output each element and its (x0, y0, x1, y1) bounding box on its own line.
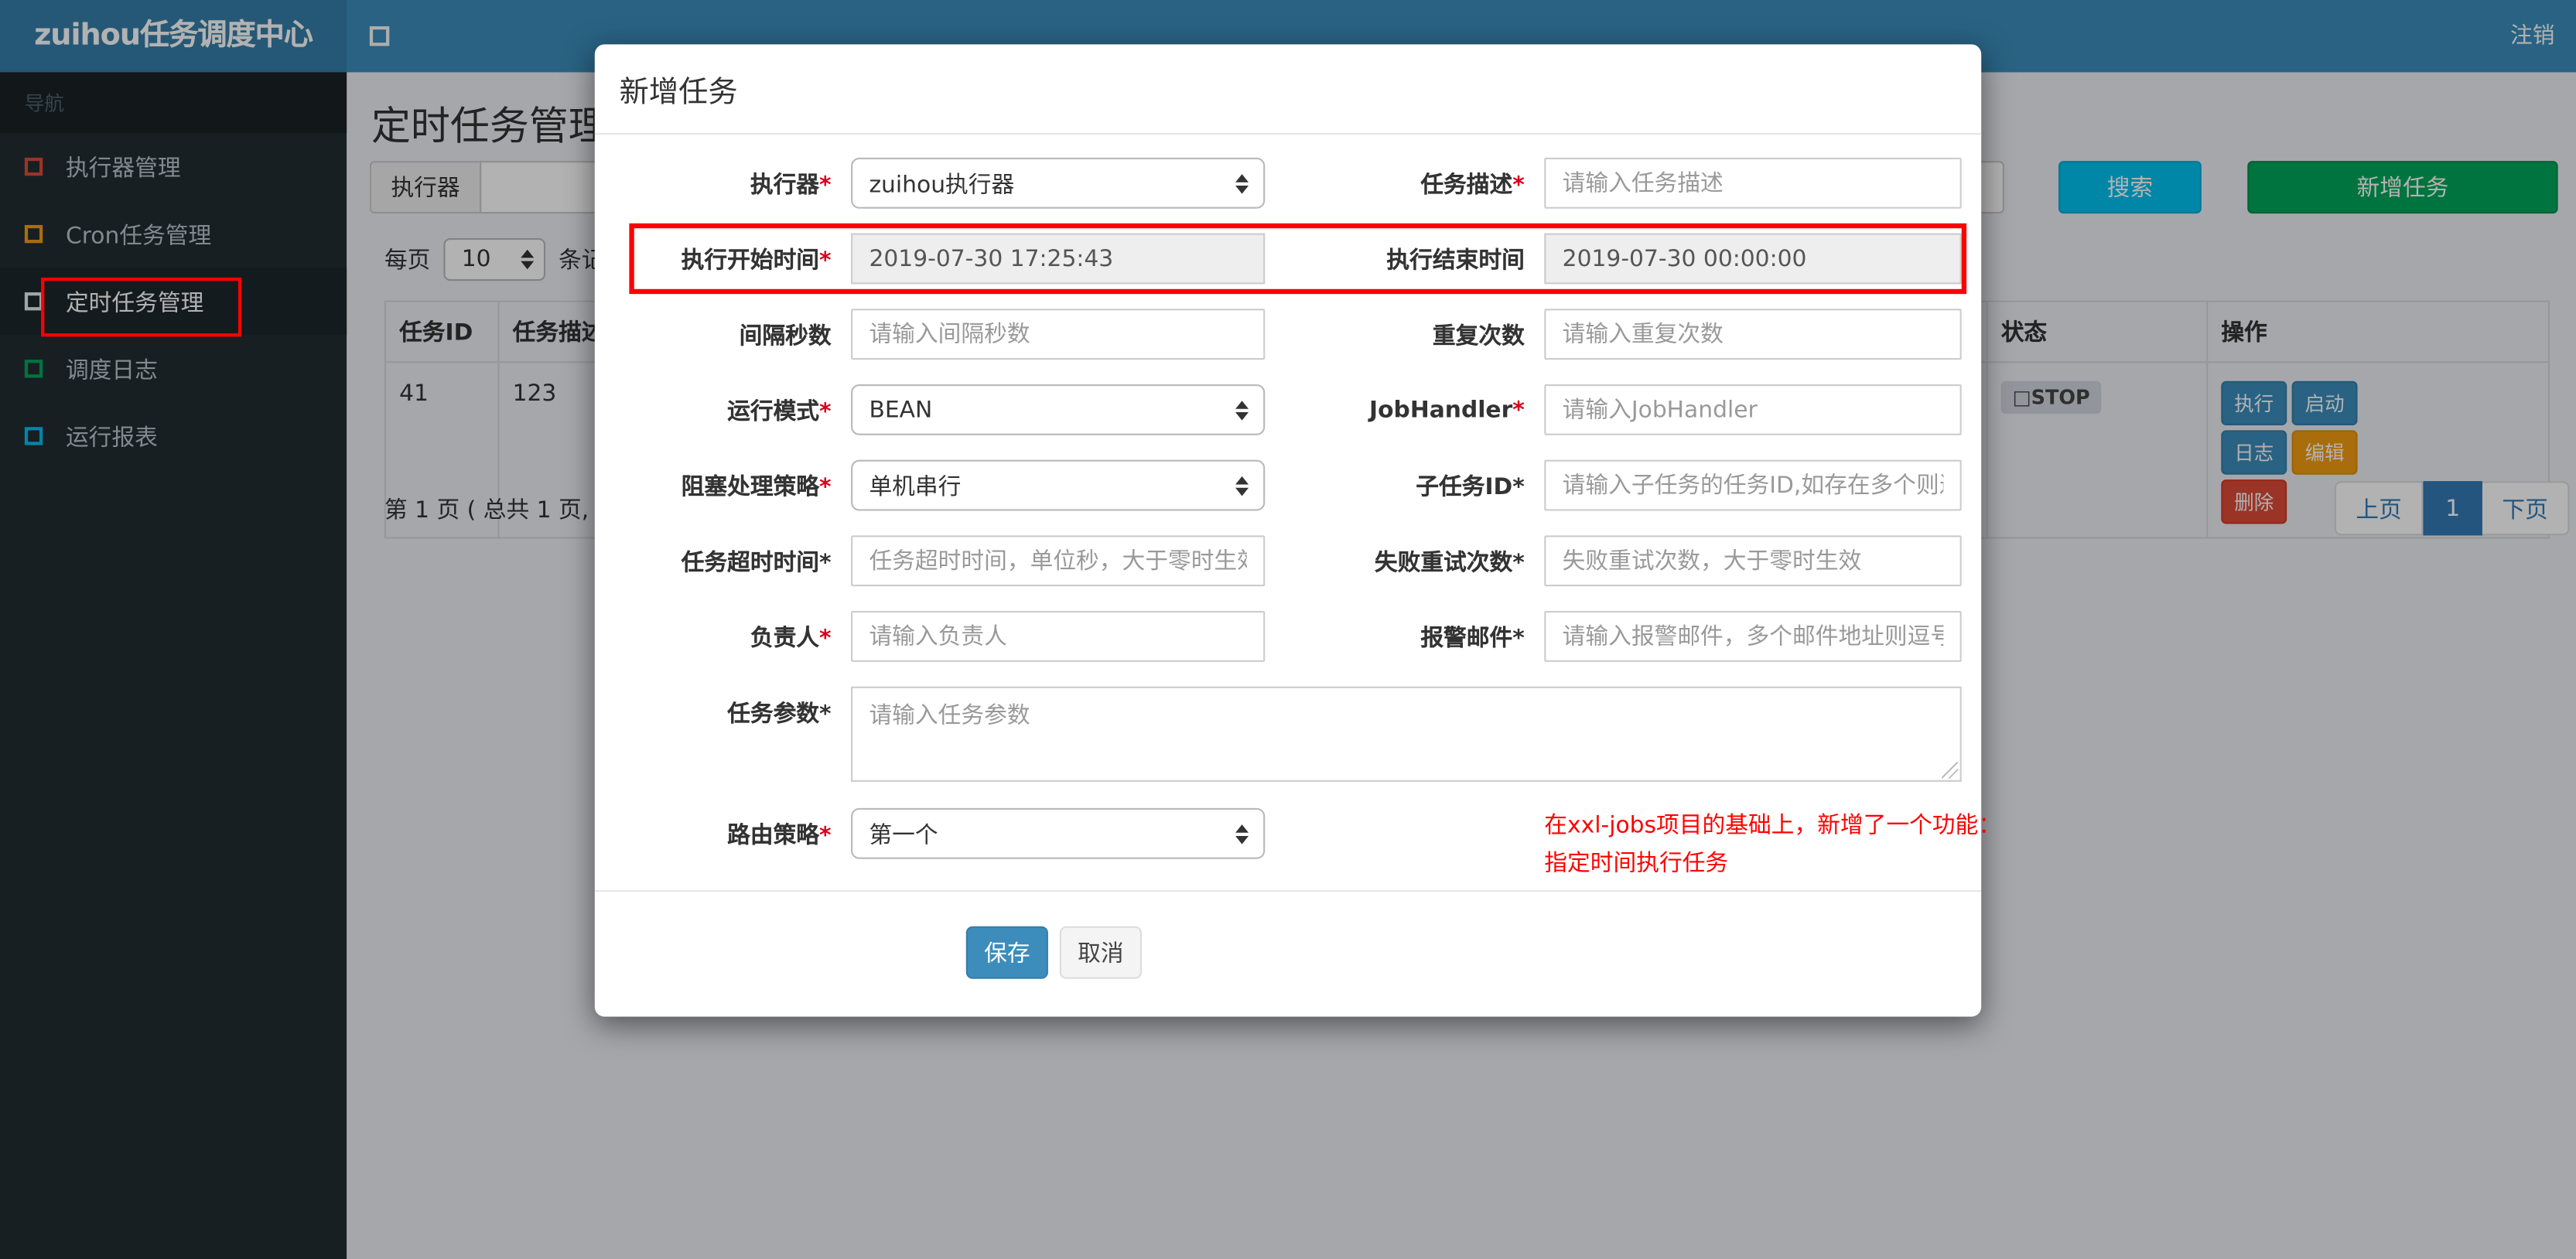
repeat-count-label: 重复次数 (1432, 322, 1525, 350)
modal-footer: 保存 取消 (594, 890, 1982, 979)
repeat-count-input[interactable] (1544, 309, 1962, 360)
end-time-label: 执行结束时间 (1386, 247, 1525, 274)
job-param-textarea[interactable]: 请输入任务参数 (851, 686, 1962, 782)
alarm-email-input[interactable] (1544, 611, 1962, 662)
select-caret-icon (1235, 173, 1249, 193)
executor-select[interactable]: zuihou执行器 (851, 157, 1266, 209)
modal-header: 新增任务 (594, 44, 1982, 135)
timeout-label: 任务超时时间* (681, 549, 832, 576)
add-job-modal: 新增任务 执行器* zuihou执行器 任务描述* 执行开始时间* 2019-0… (594, 44, 2002, 1017)
annotation-note: 在xxl-jobs项目的基础上，新增了一个功能： 指定时间执行任务 (1544, 813, 2002, 878)
interval-label: 间隔秒数 (739, 322, 832, 350)
modal-body: 执行器* zuihou执行器 任务描述* 执行开始时间* 2019-07-30 … (595, 135, 2002, 883)
glue-type-label: 运行模式* (727, 398, 832, 425)
author-label: 负责人* (750, 625, 832, 652)
interval-input[interactable] (851, 309, 1266, 360)
end-time-input[interactable]: 2019-07-30 00:00:00 (1544, 233, 1962, 285)
job-param-label: 任务参数* (727, 701, 832, 728)
job-handler-input[interactable] (1544, 384, 1962, 435)
start-time-label: 执行开始时间* (681, 247, 832, 274)
child-jobid-input[interactable] (1544, 459, 1962, 511)
executor-label: 执行器* (750, 171, 832, 198)
modal-title: 新增任务 (619, 75, 738, 111)
alarm-email-label: 报警邮件* (1420, 625, 1525, 652)
route-strategy-label: 路由策略* (727, 822, 832, 849)
fail-retry-label: 失败重试次数* (1374, 549, 1525, 576)
select-caret-icon (1235, 400, 1249, 420)
save-button[interactable]: 保存 (965, 926, 1048, 979)
fail-retry-input[interactable] (1544, 535, 1962, 587)
start-time-input[interactable]: 2019-07-30 17:25:43 (851, 233, 1266, 285)
timeout-input[interactable] (851, 535, 1266, 587)
screen: zuihou任务调度中心 注销 导航 执行器管理 Cron任务管理 定时任务管理… (0, 0, 2576, 1259)
textarea-resize-grip[interactable] (1942, 762, 1959, 779)
cancel-button[interactable]: 取消 (1059, 926, 1142, 979)
route-strategy-select[interactable]: 第一个 (851, 807, 1266, 859)
select-caret-icon (1235, 475, 1249, 496)
select-caret-icon (1235, 824, 1249, 844)
job-desc-label: 任务描述* (1420, 171, 1525, 198)
author-input[interactable] (851, 611, 1266, 662)
child-jobid-label: 子任务ID* (1416, 473, 1525, 500)
job-handler-label: JobHandler* (1369, 396, 1525, 423)
block-strategy-select[interactable]: 单机串行 (851, 459, 1266, 511)
job-desc-input[interactable] (1544, 157, 1962, 209)
block-strategy-label: 阻塞处理策略* (681, 473, 832, 500)
glue-type-select[interactable]: BEAN (851, 384, 1266, 435)
